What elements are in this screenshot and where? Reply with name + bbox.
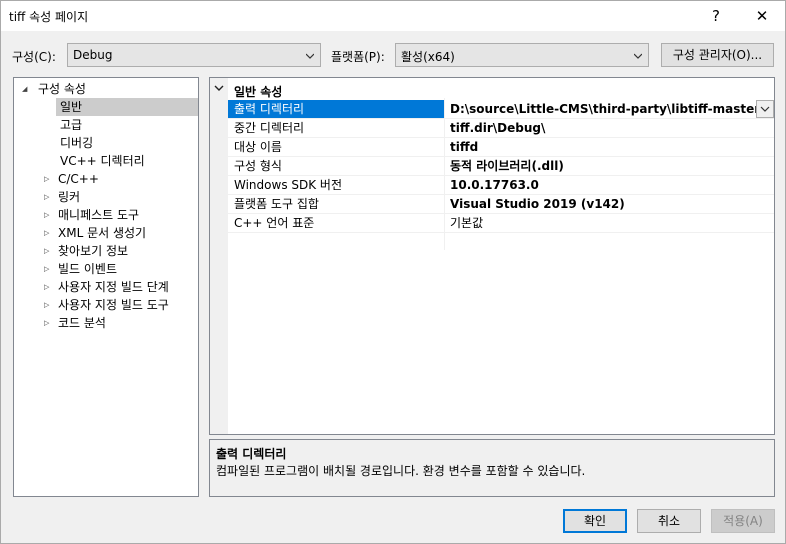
config-value: Debug <box>73 48 113 62</box>
ok-button[interactable]: 확인 <box>563 509 627 533</box>
tree-item-label: XML 문서 생성기 <box>58 226 147 240</box>
config-combo[interactable]: Debug <box>67 43 321 67</box>
description-text: 컴파일된 프로그램이 배치될 경로입니다. 환경 변수를 포함할 수 있습니다. <box>216 464 586 478</box>
category-label: 일반 속성 <box>234 85 283 99</box>
property-tree[interactable]: ◢ 구성 속성 일반고급디버깅 VC++ 디렉터리 ▷ C/C++ ▷ 링커 ▷ 매니페스트 … <box>13 77 199 497</box>
property-name: 플랫폼 도구 집합 <box>234 197 319 211</box>
property-value[interactable]: 10.0.17763.0 <box>446 176 774 194</box>
property-row[interactable]: 대상 이름 tiffd <box>228 138 774 157</box>
property-name: 구성 형식 <box>234 159 282 173</box>
property-row[interactable]: Windows SDK 버전 10.0.17763.0 <box>228 176 774 195</box>
tree-item[interactable]: ▷ 빌드 이벤트 <box>14 260 198 278</box>
tree-item[interactable]: ▷ 사용자 지정 빌드 도구 <box>14 296 198 314</box>
tree-item-label: 사용자 지정 빌드 도구 <box>58 298 169 312</box>
tree-item-label: 고급 <box>60 118 83 132</box>
expand-triangle-icon[interactable]: ▷ <box>44 260 52 278</box>
tree-item[interactable]: 디버깅 <box>56 134 198 152</box>
chevron-down-icon[interactable] <box>214 83 224 93</box>
help-button[interactable]: ? <box>693 1 739 31</box>
tree-item-label: 일반 <box>60 100 83 114</box>
property-name: 출력 디렉터리 <box>228 100 444 118</box>
tree-root-label: 구성 속성 <box>38 82 86 96</box>
tree-item-label: 사용자 지정 빌드 단계 <box>58 280 169 294</box>
property-name: 대상 이름 <box>234 140 282 154</box>
expand-triangle-icon[interactable]: ▷ <box>44 314 52 332</box>
config-label: 구성(C): <box>12 50 56 64</box>
cancel-button[interactable]: 취소 <box>637 509 701 533</box>
platform-value: 활성(x64) <box>401 50 455 64</box>
property-value[interactable]: D:\source\Little-CMS\third-party\libtiff… <box>446 100 756 118</box>
property-row[interactable]: 구성 형식 동적 라이브러리(.dll) <box>228 157 774 176</box>
property-row[interactable]: 중간 디렉터리 tiff.dir\Debug\ <box>228 119 774 138</box>
expand-triangle-icon[interactable]: ▷ <box>44 224 52 242</box>
property-name: Windows SDK 버전 <box>234 178 343 192</box>
tree-item-label: 링커 <box>58 190 81 204</box>
tree-item[interactable]: ▷ C/C++ <box>14 170 198 188</box>
description-title: 출력 디렉터리 <box>216 447 287 461</box>
chevron-down-icon <box>634 53 642 59</box>
tree-item-label: 매니페스트 도구 <box>58 208 140 222</box>
expanded-triangle-icon[interactable]: ◢ <box>22 80 30 98</box>
expand-triangle-icon[interactable]: ▷ <box>44 296 52 314</box>
property-value[interactable]: tiff.dir\Debug\ <box>446 119 774 137</box>
property-row[interactable]: 출력 디렉터리 D:\source\Little-CMS\third-party\… <box>228 100 774 119</box>
close-button[interactable]: ✕ <box>739 1 785 31</box>
expand-triangle-icon[interactable]: ▷ <box>44 278 52 296</box>
property-value[interactable]: 동적 라이브러리(.dll) <box>446 157 774 175</box>
config-manager-button[interactable]: 구성 관리자(O)... <box>661 43 774 67</box>
tree-item[interactable]: ▷ 링커 <box>14 188 198 206</box>
tree-item[interactable]: 일반 <box>56 98 198 116</box>
property-pages-dialog: tiff 속성 페이지 ? ✕ 구성(C): Debug 플랫폼(P): 활성(… <box>0 0 786 544</box>
tree-item-label: C/C++ <box>58 172 99 186</box>
platform-label: 플랫폼(P): <box>331 50 385 64</box>
tree-item-label: 빌드 이벤트 <box>58 262 118 276</box>
tree-item[interactable]: ▷ 코드 분석 <box>14 314 198 332</box>
tree-item-label: 찾아보기 정보 <box>58 244 129 258</box>
chevron-down-icon <box>306 53 314 59</box>
tree-item[interactable]: ▷ 찾아보기 정보 <box>14 242 198 260</box>
property-value[interactable]: Visual Studio 2019 (v142) <box>446 195 774 213</box>
tree-item-label: VC++ 디렉터리 <box>60 154 145 168</box>
expand-triangle-icon[interactable]: ▷ <box>44 188 52 206</box>
expand-triangle-icon[interactable]: ▷ <box>44 242 52 260</box>
property-value[interactable]: tiffd <box>446 138 774 156</box>
property-name: C++ 언어 표준 <box>234 216 315 230</box>
title-bar: tiff 속성 페이지 ? ✕ <box>1 1 785 31</box>
grid-gutter <box>210 78 228 434</box>
property-value[interactable]: 기본값 <box>446 214 774 232</box>
tree-item-label: 디버깅 <box>60 136 94 150</box>
value-dropdown-button[interactable] <box>756 100 774 118</box>
property-row[interactable]: C++ 언어 표준 기본값 <box>228 214 774 233</box>
expand-triangle-icon[interactable]: ▷ <box>44 170 52 188</box>
property-name: 중간 디렉터리 <box>234 121 305 135</box>
chevron-down-icon <box>760 106 770 112</box>
window-title: tiff 속성 페이지 <box>9 10 89 24</box>
tree-item[interactable]: ▷ 매니페스트 도구 <box>14 206 198 224</box>
platform-combo[interactable]: 활성(x64) <box>395 43 649 67</box>
tree-item[interactable]: ▷ XML 문서 생성기 <box>14 224 198 242</box>
expand-triangle-icon[interactable]: ▷ <box>44 206 52 224</box>
description-panel: 출력 디렉터리 컴파일된 프로그램이 배치될 경로입니다. 환경 변수를 포함할… <box>209 439 775 497</box>
tree-item[interactable]: ▷ 사용자 지정 빌드 단계 <box>14 278 198 296</box>
tree-item[interactable]: VC++ 디렉터리 <box>56 152 198 170</box>
tree-root[interactable]: ◢ 구성 속성 <box>14 80 198 98</box>
tree-item[interactable]: 고급 <box>56 116 198 134</box>
apply-button[interactable]: 적용(A) <box>711 509 775 533</box>
category-header[interactable]: 일반 속성 <box>210 81 774 99</box>
property-row[interactable]: 플랫폼 도구 집합 Visual Studio 2019 (v142) <box>228 195 774 214</box>
tree-item-label: 코드 분석 <box>58 316 106 330</box>
property-grid[interactable]: 일반 속성 출력 디렉터리 D:\source\Little-CMS\third-… <box>209 77 775 435</box>
